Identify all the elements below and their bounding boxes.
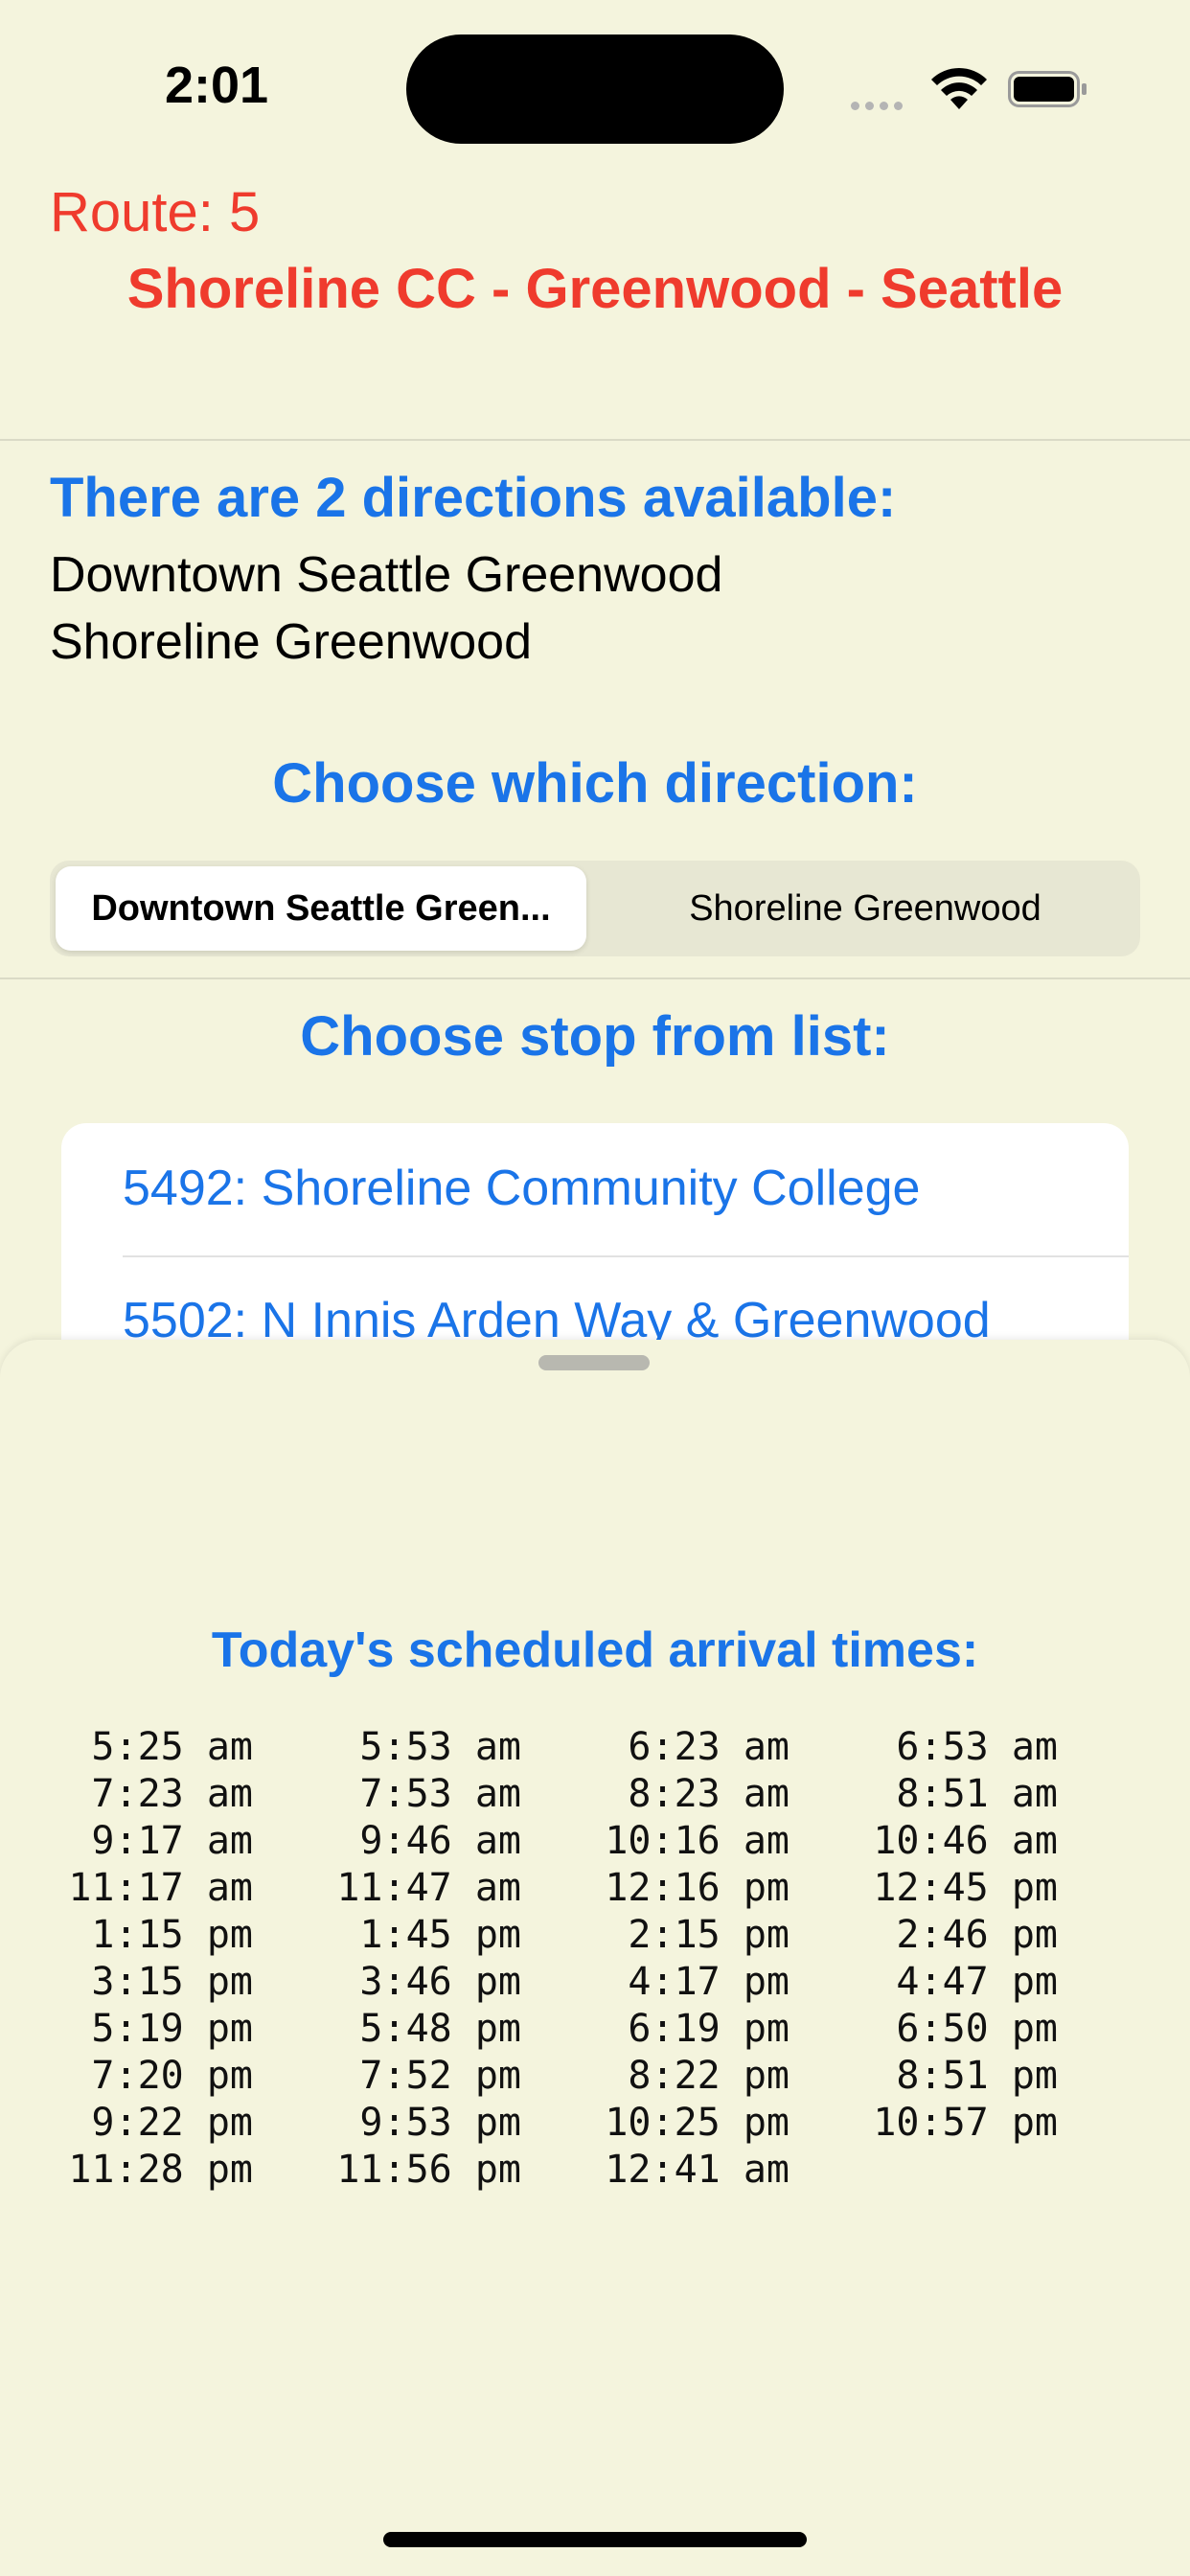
- arrival-time: 11:47 am: [336, 1866, 521, 1910]
- wifi-icon: [931, 67, 987, 109]
- direction-item: Downtown Seattle Greenwood: [50, 547, 723, 603]
- arrival-time: 8:51 am: [896, 1772, 1058, 1816]
- arrival-row: 5:25 am 5:53 am 6:23 am 6:53 am: [0, 1725, 1190, 1772]
- arrival-row: 1:15 pm 1:45 pm 2:15 pm 2:46 pm: [0, 1913, 1190, 1960]
- arrival-time: 7:52 pm: [359, 2054, 521, 2098]
- arrival-time: 10:46 am: [873, 1819, 1058, 1863]
- arrival-time: 12:41 am: [605, 2148, 790, 2192]
- battery-icon: [1008, 71, 1087, 107]
- cellular-signal-icon: [851, 98, 908, 115]
- arrival-time: 3:15 pm: [91, 1960, 253, 2004]
- arrival-time: 6:19 pm: [628, 2007, 790, 2051]
- divider: [0, 978, 1190, 979]
- direction-item: Shoreline Greenwood: [50, 614, 532, 670]
- arrival-time: 9:17 am: [91, 1819, 253, 1863]
- arrival-times-heading: Today's scheduled arrival times:: [211, 1622, 979, 1678]
- arrival-time: 5:48 pm: [359, 2007, 521, 2051]
- arrival-row: 5:19 pm 5:48 pm 6:19 pm 6:50 pm: [0, 2007, 1190, 2054]
- arrival-row: 7:23 am 7:53 am 8:23 am 8:51 am: [0, 1772, 1190, 1819]
- home-indicator[interactable]: [383, 2532, 807, 2547]
- arrival-time: 2:46 pm: [896, 1913, 1058, 1957]
- divider: [0, 439, 1190, 441]
- direction-segmented-control: Downtown Seattle Green... Shoreline Gree…: [50, 861, 1140, 956]
- directions-heading: There are 2 directions available:: [50, 467, 897, 529]
- arrival-time: 10:25 pm: [605, 2101, 790, 2145]
- arrival-time: 5:25 am: [91, 1725, 253, 1769]
- arrival-time: 9:22 pm: [91, 2101, 253, 2145]
- arrival-time: 11:56 pm: [336, 2148, 521, 2192]
- arrival-time: 6:50 pm: [896, 2007, 1058, 2051]
- status-time: 2:01: [165, 57, 269, 114]
- route-name: Shoreline CC - Greenwood - Seattle: [126, 258, 1064, 320]
- arrival-time: 7:23 am: [91, 1772, 253, 1816]
- segment-downtown-seattle-greenwood[interactable]: Downtown Seattle Green...: [56, 866, 586, 951]
- dynamic-island: [406, 34, 784, 144]
- arrival-time: 3:46 pm: [359, 1960, 521, 2004]
- arrival-time: 4:17 pm: [628, 1960, 790, 2004]
- stop-item-5492[interactable]: 5492: Shoreline Community College: [123, 1160, 920, 1217]
- arrival-row: 11:17 am 11:47 am 12:16 pm 12:45 pm: [0, 1866, 1190, 1913]
- arrival-time: 6:53 am: [896, 1725, 1058, 1769]
- sheet-grabber[interactable]: [538, 1355, 650, 1370]
- arrival-time: 9:53 pm: [359, 2101, 521, 2145]
- arrival-time: 1:15 pm: [91, 1913, 253, 1957]
- arrival-time: 7:53 am: [359, 1772, 521, 1816]
- arrival-row: 11:28 pm 11:56 pm 12:41 am: [0, 2148, 1190, 2195]
- segment-shoreline-greenwood[interactable]: Shoreline Greenwood: [596, 866, 1134, 951]
- arrival-time: 8:22 pm: [628, 2054, 790, 2098]
- arrival-time: 9:46 am: [359, 1819, 521, 1863]
- arrival-time: 8:23 am: [628, 1772, 790, 1816]
- list-separator: [123, 1255, 1129, 1257]
- arrival-time: 5:19 pm: [91, 2007, 253, 2051]
- arrival-time: 12:16 pm: [605, 1866, 790, 1910]
- arrival-time: 10:16 am: [605, 1819, 790, 1863]
- arrival-time: 8:51 pm: [896, 2054, 1058, 2098]
- stop-list: 5492: Shoreline Community College 5502: …: [61, 1123, 1129, 1372]
- arrival-time: 5:53 am: [359, 1725, 521, 1769]
- route-number: Route: 5: [50, 181, 261, 243]
- choose-direction-heading: Choose which direction:: [272, 752, 918, 815]
- arrival-row: 3:15 pm 3:46 pm 4:17 pm 4:47 pm: [0, 1960, 1190, 2007]
- arrival-row: 9:17 am 9:46 am 10:16 am 10:46 am: [0, 1819, 1190, 1866]
- arrival-time: 1:45 pm: [359, 1913, 521, 1957]
- arrival-time: 12:45 pm: [873, 1866, 1058, 1910]
- arrival-row: 9:22 pm 9:53 pm 10:25 pm 10:57 pm: [0, 2101, 1190, 2148]
- arrival-time: 10:57 pm: [873, 2101, 1058, 2145]
- choose-stop-heading: Choose stop from list:: [300, 1005, 890, 1068]
- arrival-time: 11:28 pm: [68, 2148, 253, 2192]
- arrival-time: 7:20 pm: [91, 2054, 253, 2098]
- arrival-row: 7:20 pm 7:52 pm 8:22 pm 8:51 pm: [0, 2054, 1190, 2101]
- arrival-time: 6:23 am: [628, 1725, 790, 1769]
- arrival-time: 2:15 pm: [628, 1913, 790, 1957]
- arrival-times-table: 5:25 am 5:53 am 6:23 am 6:53 am 7:23 am 7:53 …: [0, 1725, 1190, 2195]
- arrival-time: 4:47 pm: [896, 1960, 1058, 2004]
- arrival-time: 11:17 am: [68, 1866, 253, 1910]
